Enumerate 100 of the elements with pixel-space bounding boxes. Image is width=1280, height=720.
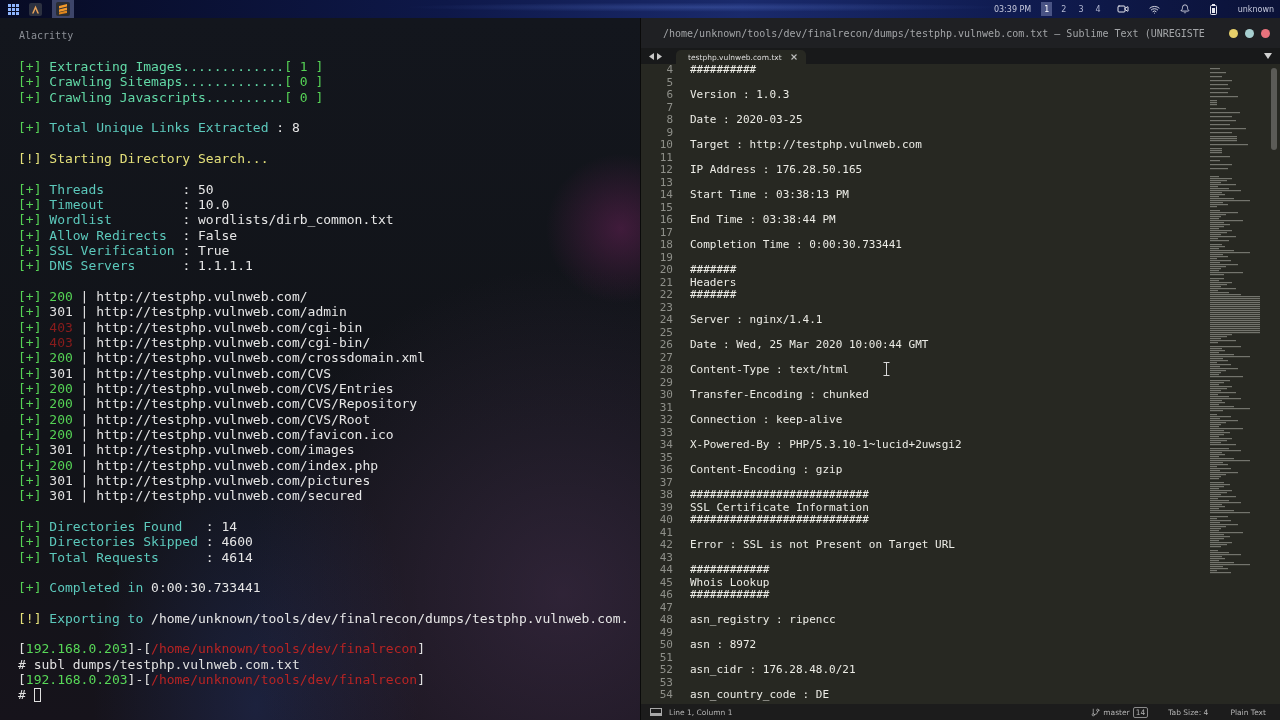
- terminal-line: #: [18, 687, 27, 703]
- text-cursor-icon: [883, 362, 890, 376]
- terminal-line: [+] 301 | http://testphp.vulnweb.com/secured: [18, 488, 363, 504]
- window-title: /home/unknown/tools/dev/finalrecon/dumps/testphp.vulnweb.com.txt – Sublime Text (UNREGISTE: [663, 27, 1205, 39]
- terminal-line: [192.168.0.203]-[/home/unknown/tools/dev/finalrecon]: [18, 672, 425, 688]
- line-number: 33: [659, 425, 673, 439]
- code-line: Version : 1.0.3: [690, 88, 790, 101]
- scrollbar-thumb[interactable]: [1271, 68, 1277, 150]
- line-number: 23: [659, 300, 673, 314]
- code-line: End Time : 03:38:44 PM: [690, 213, 836, 226]
- terminal-line: [+] 200 | http://testphp.vulnweb.com/CVS/Repository: [18, 396, 418, 412]
- line-number: 50: [659, 638, 673, 651]
- code-line: ###########################: [690, 488, 869, 501]
- line-number: 28: [659, 363, 673, 376]
- user-menu[interactable]: unknown: [1237, 4, 1274, 14]
- line-number: 36: [659, 463, 673, 476]
- code-line: Target : http://testphp.vulnweb.com: [690, 138, 922, 151]
- terminal-line: [+] 200 | http://testphp.vulnweb.com/CVS/Root: [18, 411, 371, 427]
- terminal-line: [+] 200 | http://testphp.vulnweb.com/crossdomain.xml: [18, 350, 425, 366]
- workspace-button[interactable]: 3: [1075, 2, 1087, 16]
- code-line: Whois Lookup: [690, 575, 770, 589]
- code-line: X-Powered-By : PHP/5.3.10-1~lucid+2uwsgi2: [690, 438, 962, 451]
- line-number: 16: [659, 213, 673, 226]
- code-line: asn_cidr : 176.28.48.0/21: [690, 663, 856, 676]
- line-number: 47: [659, 600, 673, 614]
- line-number: 49: [659, 625, 673, 639]
- panel-toggle-icon[interactable]: [650, 707, 662, 717]
- terminal-line: [+] 301 | http://testphp.vulnweb.com/CVS: [18, 365, 332, 381]
- line-number: 39: [659, 500, 673, 514]
- code-line: Date : 2020-03-25: [690, 113, 803, 126]
- taskbar-app-button[interactable]: [52, 0, 74, 18]
- terminal-line: [+] Total Requests : 4614: [18, 549, 253, 565]
- terminal-line: [+] SSL Verification : True: [18, 242, 230, 259]
- terminal-line: [+] 301 | http://testphp.vulnweb.com/admin: [18, 304, 347, 320]
- wifi-icon[interactable]: [1148, 3, 1160, 15]
- app-grid-icon[interactable]: [8, 3, 19, 15]
- line-number: 52: [659, 663, 673, 676]
- terminal-line: [+] Directories Skipped : 4600: [18, 534, 253, 550]
- line-number: 10: [659, 138, 673, 151]
- workspace-button[interactable]: 4: [1092, 2, 1104, 16]
- code-line: Content-Type : text/html: [690, 363, 849, 376]
- terminal-line: [+] Completed in 0:00:30.733441: [18, 580, 261, 596]
- line-number: 9: [666, 125, 673, 139]
- code-line: Start Time : 03:38:13 PM: [690, 188, 849, 201]
- line-number: 54: [659, 688, 673, 701]
- clock: 03:39 PM: [993, 4, 1032, 14]
- line-number: 44: [659, 563, 673, 576]
- line-number: 43: [659, 550, 673, 564]
- terminal-line: [+] 403 | http://testphp.vulnweb.com/cgi-bin: [18, 319, 363, 335]
- line-number: 15: [659, 200, 673, 214]
- code-line: Completion Time : 0:00:30.733441: [690, 238, 902, 251]
- code-line: ##########: [690, 64, 757, 76]
- terminal-app-icon[interactable]: [29, 2, 42, 16]
- code-line: asn_registry : ripencc: [690, 613, 836, 626]
- terminal-line: [+] Timeout : 10.0: [18, 196, 230, 213]
- battery-icon[interactable]: [1209, 3, 1217, 15]
- editor-app-icon[interactable]: [56, 2, 70, 16]
- terminal-line: [+] Extracting Images.............[ 1 ]: [18, 59, 324, 75]
- terminal-line: [+] Threads : 50: [18, 181, 214, 197]
- line-number: 30: [659, 388, 673, 401]
- terminal-line: [+] 200 | http://testphp.vulnweb.com/index.php: [18, 457, 379, 473]
- code-line: Transfer-Encoding : chunked: [690, 388, 869, 401]
- window-title: Alacritty: [19, 29, 74, 41]
- terminal-line: [+] Allow Redirects : False: [18, 227, 238, 243]
- video-camera-icon[interactable]: [1116, 3, 1129, 15]
- code-line: ###########################: [690, 513, 869, 526]
- line-number: 26: [659, 338, 673, 351]
- code-line: #######: [690, 288, 737, 301]
- minimize-icon[interactable]: [1229, 28, 1238, 38]
- close-icon[interactable]: [790, 54, 797, 60]
- code-line: #######: [690, 263, 737, 276]
- maximize-icon[interactable]: [1245, 28, 1254, 38]
- workspace-button[interactable]: 2: [1058, 2, 1070, 16]
- line-number: 5: [666, 75, 673, 89]
- code-line: Server : nginx/1.4.1: [690, 313, 823, 326]
- code-line: IP Address : 176.28.50.165: [690, 163, 863, 176]
- line-number: 27: [659, 350, 673, 364]
- code-line: SSL Certificate Information: [690, 500, 869, 514]
- line-number: 19: [659, 250, 673, 264]
- code-line: ############: [690, 563, 770, 576]
- right-arrow-icon[interactable]: [657, 52, 662, 60]
- dropdown-icon[interactable]: [1264, 53, 1272, 59]
- line-number: 41: [659, 525, 673, 539]
- line-number: 13: [659, 175, 673, 189]
- line-number: 20: [659, 263, 673, 276]
- line-number: 51: [659, 650, 673, 664]
- line-number: 22: [659, 288, 673, 301]
- terminal-line: [+] Directories Found : 14: [18, 518, 238, 535]
- bell-icon[interactable]: [1179, 4, 1190, 14]
- line-number: 46: [659, 588, 673, 601]
- close-icon[interactable]: [1261, 28, 1270, 38]
- workspace-button[interactable]: 1: [1041, 2, 1053, 16]
- terminal-line: [!] Exporting to /home/unknown/tools/dev/finalrecon/dumps/testphp.vulnweb.com.: [18, 610, 629, 627]
- line-number: 7: [666, 100, 673, 114]
- left-arrow-icon[interactable]: [649, 52, 654, 60]
- code-line: asn_country_code : DE: [690, 688, 830, 701]
- terminal-line: [!] Starting Directory Search...: [18, 150, 269, 167]
- terminal-line: [+] 200 | http://testphp.vulnweb.com/favicon.ico: [18, 426, 394, 443]
- line-number: 4: [666, 64, 673, 76]
- code-line: Connection : keep-alive: [690, 413, 843, 426]
